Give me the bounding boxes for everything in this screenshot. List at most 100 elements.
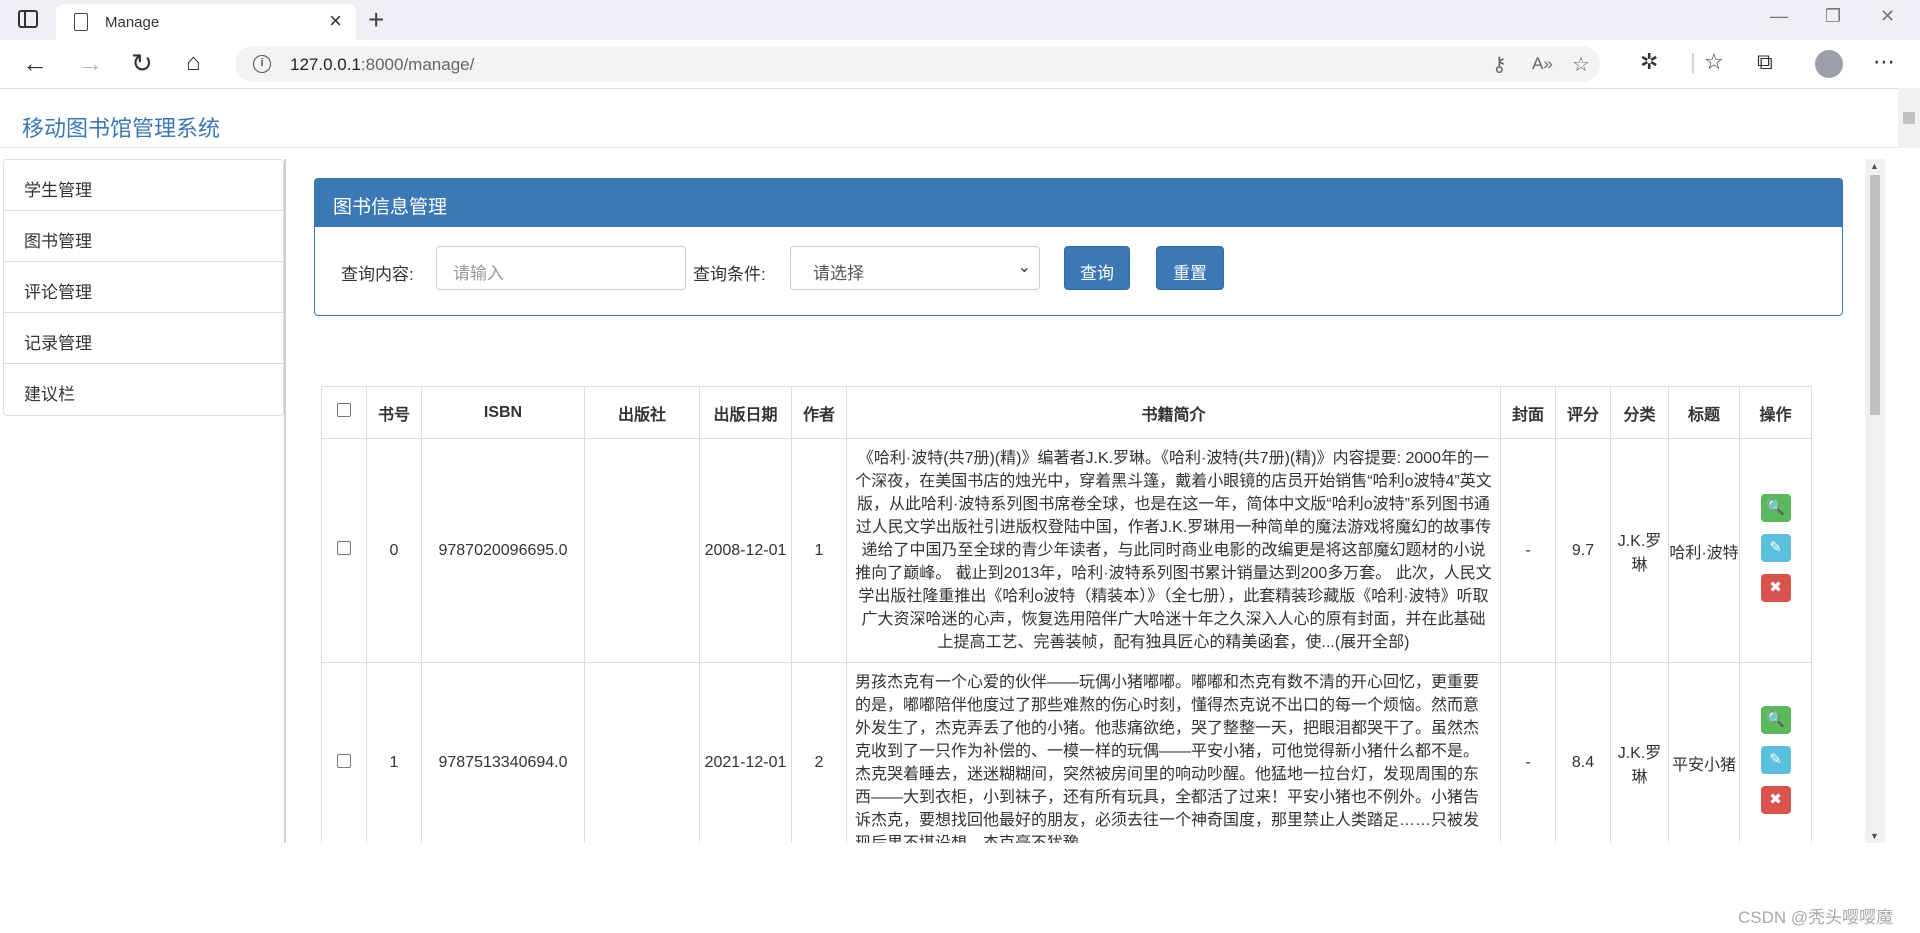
page-icon xyxy=(74,13,88,31)
cell-title: 哈利·波特 xyxy=(1668,438,1740,663)
cell-author: 2 xyxy=(791,662,847,843)
address-toolbar: ← → ↻ ⌂ i 127.0.0.1:8000/manage/ ⚷ A» ☆ … xyxy=(0,40,1920,88)
add-favorite-icon[interactable]: ☆ xyxy=(1572,52,1590,77)
cell-score: 8.4 xyxy=(1555,662,1611,843)
select-all-checkbox[interactable] xyxy=(337,403,351,417)
panel-title: 图书信息管理 xyxy=(315,179,1842,227)
table-row: 0 9787020096695.0 2008-12-01 1 《哈利·波特(共7… xyxy=(321,438,1812,663)
app-header: 移动图书馆管理系统 xyxy=(0,88,1900,148)
read-aloud-icon[interactable]: A» xyxy=(1532,54,1553,74)
column-header: 作者 xyxy=(791,386,847,439)
app-title[interactable]: 移动图书馆管理系统 xyxy=(22,111,220,143)
main-content: 图书信息管理 查询内容: 请输入 查询条件: 请选择 ⌄ 查询 重置 书号 IS… xyxy=(291,159,1865,843)
reset-button[interactable]: 重置 xyxy=(1156,246,1224,290)
cell-intro: 《哈利·波特(共7册)(精)》编著者J.K.罗琳。《哈利·波特(共7册)(精)》… xyxy=(846,438,1501,663)
site-info-icon[interactable]: i xyxy=(253,55,271,73)
sidebar-item-suggestions[interactable]: 建议栏 xyxy=(4,364,283,415)
browser-tab-bar: Manage × + — ❐ ✕ xyxy=(0,0,1920,40)
books-table: 书号 ISBN 出版社 出版日期 作者 书籍简介 封面 评分 分类 标题 操作 … xyxy=(321,386,1812,843)
close-tab-icon[interactable]: × xyxy=(329,10,342,32)
sidebar-item-comments[interactable]: 评论管理 xyxy=(4,262,283,313)
row-select-cell xyxy=(321,662,367,843)
sidebar-menu: 学生管理 图书管理 评论管理 记录管理 建议栏 xyxy=(3,159,284,416)
tab-actions-icon[interactable] xyxy=(18,10,38,28)
minimize-icon[interactable]: — xyxy=(1770,6,1788,27)
cell-isbn: 9787020096695.0 xyxy=(421,438,585,663)
search-button[interactable]: 查询 xyxy=(1064,246,1130,290)
cell-id: 0 xyxy=(366,438,422,663)
condition-label: 查询条件: xyxy=(693,265,766,284)
url-text: 127.0.0.1:8000/manage/ xyxy=(290,55,475,74)
sidebar: 学生管理 图书管理 评论管理 记录管理 建议栏 xyxy=(3,159,286,843)
select-all-cell xyxy=(321,386,367,439)
column-header: 书号 xyxy=(366,386,422,439)
tab-title: Manage xyxy=(105,14,160,31)
chevron-down-icon: ⌄ xyxy=(1017,259,1031,276)
forward-icon[interactable]: → xyxy=(77,48,103,78)
header-scrollbar[interactable] xyxy=(1898,88,1920,148)
row-select-cell xyxy=(321,438,367,663)
address-bar[interactable]: i 127.0.0.1:8000/manage/ ⚷ A» ☆ xyxy=(235,46,1600,82)
home-icon[interactable]: ⌂ xyxy=(186,48,201,78)
cell-id: 1 xyxy=(366,662,422,843)
profile-avatar[interactable] xyxy=(1815,50,1843,78)
column-header: 出版日期 xyxy=(699,386,792,439)
key-icon[interactable]: ⚷ xyxy=(1492,52,1507,77)
cell-date: 2008-12-01 xyxy=(699,438,792,663)
scroll-thumb[interactable] xyxy=(1870,175,1880,415)
row-checkbox[interactable] xyxy=(337,541,351,555)
cell-author: 1 xyxy=(791,438,847,663)
search-row: 查询内容: 请输入 查询条件: 请选择 ⌄ 查询 重置 xyxy=(315,227,1842,317)
cell-category: J.K.罗琳 xyxy=(1610,438,1669,663)
cell-cover: - xyxy=(1500,438,1556,663)
sidebar-item-students[interactable]: 学生管理 xyxy=(4,160,283,211)
view-button[interactable]: 🔍 xyxy=(1760,493,1791,522)
cell-publisher xyxy=(584,662,700,843)
favorites-icon[interactable]: ☆ xyxy=(1704,49,1724,75)
cell-title: 平安小猪 xyxy=(1668,662,1740,843)
more-menu-icon[interactable]: ⋯ xyxy=(1873,49,1895,75)
back-icon[interactable]: ← xyxy=(22,48,48,78)
column-header: 书籍简介 xyxy=(846,386,1501,439)
refresh-icon[interactable]: ↻ xyxy=(131,48,153,78)
restore-icon[interactable]: ❐ xyxy=(1825,6,1841,27)
table-row: 1 9787513340694.0 2021-12-01 2 男孩杰克有一个心爱… xyxy=(321,662,1812,843)
delete-button[interactable]: ✖ xyxy=(1760,786,1791,814)
delete-button[interactable]: ✖ xyxy=(1760,573,1791,602)
view-button[interactable]: 🔍 xyxy=(1760,706,1791,734)
sidebar-item-books[interactable]: 图书管理 xyxy=(4,211,283,262)
close-window-icon[interactable]: ✕ xyxy=(1880,6,1895,27)
column-header: 评分 xyxy=(1555,386,1611,439)
collections-icon[interactable]: ⧉ xyxy=(1757,49,1773,75)
scroll-down-icon[interactable]: ▼ xyxy=(1870,831,1879,841)
edit-button[interactable]: ✎ xyxy=(1760,746,1791,774)
browser-tab[interactable]: Manage × xyxy=(56,4,356,40)
cell-isbn: 9787513340694.0 xyxy=(421,662,585,843)
column-header: 出版社 xyxy=(584,386,700,439)
page: 移动图书馆管理系统 学生管理 图书管理 评论管理 记录管理 建议栏 图书信息管理… xyxy=(0,88,1920,933)
column-header: 标题 xyxy=(1668,386,1740,439)
cell-publisher xyxy=(584,438,700,663)
condition-select[interactable]: 请选择 ⌄ xyxy=(790,246,1040,290)
search-panel: 图书信息管理 查询内容: 请输入 查询条件: 请选择 ⌄ 查询 重置 xyxy=(314,178,1843,316)
content-scrollbar[interactable]: ▲ ▼ xyxy=(1865,159,1885,843)
divider: | xyxy=(1690,49,1696,74)
column-header: 操作 xyxy=(1739,386,1812,439)
new-tab-button[interactable]: + xyxy=(368,4,384,36)
query-label: 查询内容: xyxy=(341,265,414,284)
cell-actions: 🔍 ✎ ✖ xyxy=(1739,438,1812,663)
scroll-up-icon[interactable]: ▲ xyxy=(1870,161,1879,171)
edit-button[interactable]: ✎ xyxy=(1760,533,1791,562)
row-checkbox[interactable] xyxy=(337,753,351,768)
cell-actions: 🔍 ✎ ✖ xyxy=(1739,662,1812,843)
cell-cover: - xyxy=(1500,662,1556,843)
cell-score: 9.7 xyxy=(1555,438,1611,663)
cell-category: J.K.罗琳 xyxy=(1610,662,1669,843)
sidebar-item-records[interactable]: 记录管理 xyxy=(4,313,283,364)
column-header: ISBN xyxy=(421,386,585,439)
condition-value: 请选择 xyxy=(813,264,864,283)
extensions-icon[interactable]: ✲ xyxy=(1640,49,1658,75)
query-input[interactable]: 请输入 xyxy=(436,246,686,290)
column-header: 分类 xyxy=(1610,386,1669,439)
column-header: 封面 xyxy=(1500,386,1556,439)
